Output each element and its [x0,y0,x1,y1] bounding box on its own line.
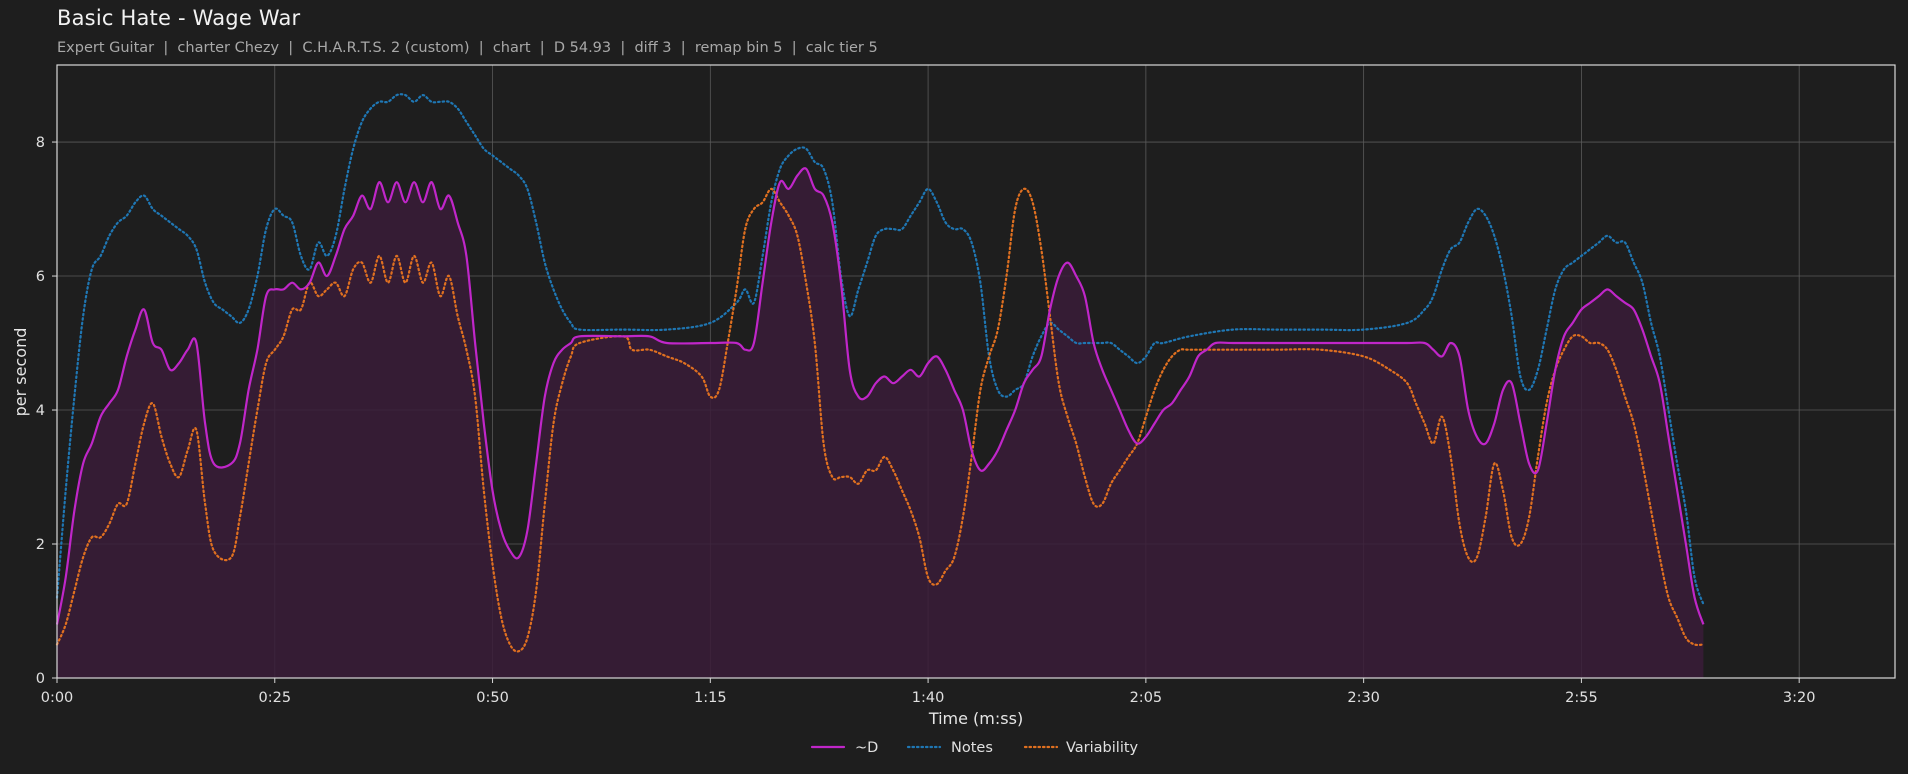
y-tick-label: 4 [36,403,45,419]
chart-canvas: 0:00 0:25 0:50 1:15 1:40 2:05 2:30 2:55 3:20 0 2 4… [11,64,1896,756]
y-tick-label: 8 [36,135,45,151]
x-tick-label: 2:55 [1565,690,1598,706]
x-tick-label: 2:05 [1130,690,1163,706]
x-axis-ticks: 0:00 0:25 0:50 1:15 1:40 2:05 2:30 2:55 3:20 [41,678,1816,706]
x-tick-label: 3:20 [1783,690,1816,706]
chart-title: Basic Hate - Wage War [57,6,301,30]
y-tick-label: 0 [36,671,45,687]
y-tick-label: 2 [36,537,45,553]
legend: ~D Notes Variability [810,740,1139,756]
legend-variability: Variability [1023,740,1139,756]
legend-label: ~D [855,740,878,756]
y-axis-ticks: 0 2 4 6 8 [36,135,57,687]
chart-page: 0:00 0:25 0:50 1:15 1:40 2:05 2:30 2:55 3:20 0 2 4… [0,0,1908,774]
y-axis-title: per second [11,328,30,417]
legend-notes: Notes [906,740,993,756]
x-tick-label: 0:25 [258,690,291,706]
x-tick-label: 1:40 [912,690,945,706]
x-axis-title: Time (m:ss) [928,709,1023,728]
y-tick-label: 6 [36,269,45,285]
chart-subtitle: Expert Guitar | charter Chezy | C.H.A.R.… [57,40,878,56]
legend-label: Notes [951,740,993,756]
x-tick-label: 0:00 [41,690,74,706]
legend-label: Variability [1066,740,1139,756]
x-tick-label: 0:50 [476,690,509,706]
x-tick-label: 1:15 [694,690,727,706]
x-tick-label: 2:30 [1347,690,1380,706]
legend-d: ~D [810,740,878,756]
